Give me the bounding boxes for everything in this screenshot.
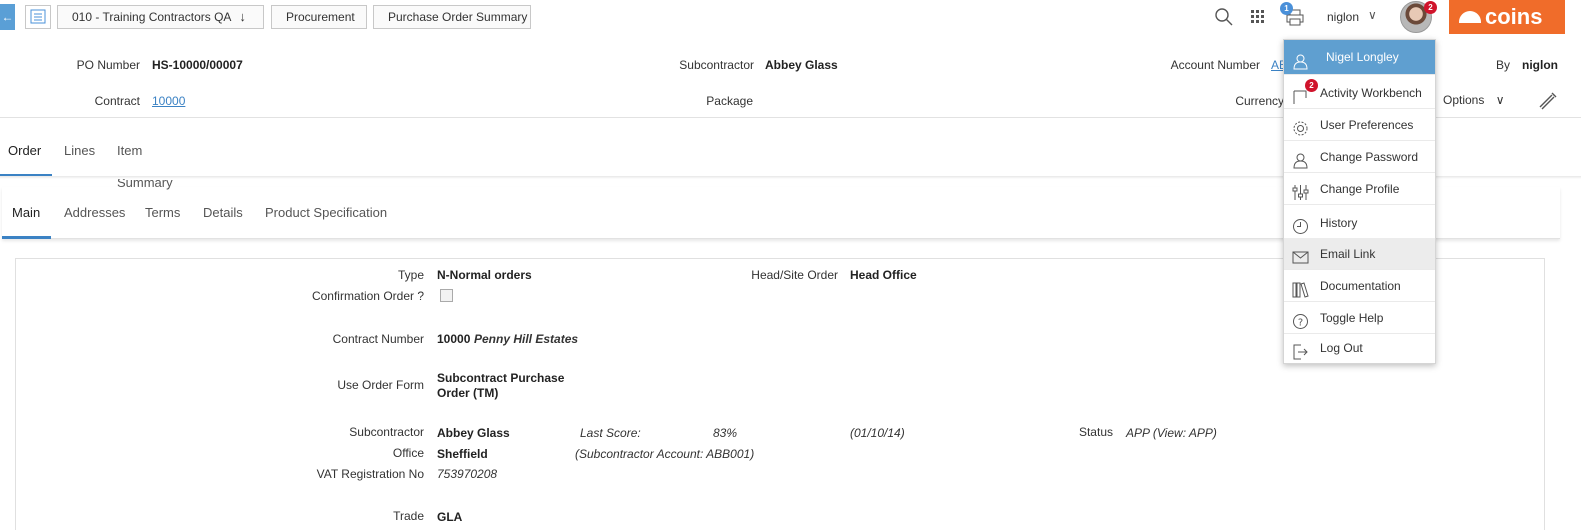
vat-value: 753970208 [437,467,498,481]
list-icon [30,9,46,24]
back-button[interactable]: ← [0,4,15,30]
contract-number-value: 10000 [437,332,471,346]
menu-history[interactable]: History [1284,207,1435,239]
menu-change-password-label: Change Password [1320,150,1419,164]
menu-history-label: History [1320,216,1358,230]
chevron-down-icon[interactable]: ∨ [1368,8,1377,22]
apps-grid-icon[interactable] [1247,6,1269,28]
menu-change-password[interactable]: Change Password [1284,141,1435,173]
avatar-badge: 2 [1424,1,1437,14]
menu-log-out[interactable]: Log Out [1284,332,1435,364]
use-order-form-label: Use Order Form [337,378,424,392]
sliders-icon [1292,181,1309,200]
form-subcontractor-label: Subcontractor [349,425,424,439]
contract-label: Contract [94,94,140,108]
breadcrumb-company-label: 010 - Training Contractors QA [72,10,232,24]
envelope-icon [1292,246,1309,264]
confirmation-order-checkbox[interactable] [440,289,453,302]
contract-name-value: Penny Hill Estates [474,332,579,346]
user-menu-header[interactable]: Nigel Longley [1284,40,1435,75]
tab-item-summary[interactable]: Item Summary [109,135,181,190]
po-number-label: PO Number [76,58,140,72]
menu-email-link[interactable]: Email Link [1284,238,1435,270]
trade-value: GLA [437,510,463,524]
menu-toggle-help[interactable]: ? Toggle Help [1284,302,1435,334]
options-label: Options [1443,93,1485,107]
menu-user-preferences[interactable]: User Preferences [1284,109,1435,141]
printer-badge: 1 [1280,2,1293,15]
help-icon: ? [1292,310,1309,329]
contract-number-label: Contract Number [332,332,424,346]
username[interactable]: niglon [1327,10,1359,24]
menu-documentation[interactable]: Documentation [1284,270,1435,302]
vat-label: VAT Registration No [316,467,424,481]
head-site-label: Head/Site Order [751,268,838,282]
breadcrumb-company[interactable]: 010 - Training Contractors QA ↓ [57,5,264,29]
office-label: Office [392,446,424,460]
use-order-form-line2: Order (TM) [437,386,499,400]
currency-label: Currency [1235,94,1284,108]
status-value: APP (View: APP) [1126,426,1217,440]
subcontractor-label: Subcontractor [679,58,754,72]
form-subcontractor-value: Abbey Glass [437,426,510,440]
user-menu-name: Nigel Longley [1326,50,1399,64]
use-order-form-line1: Subcontract Purchase [437,371,565,385]
arrow-down-icon: ↓ [239,9,246,24]
type-label: Type [397,268,424,282]
menu-user-preferences-label: User Preferences [1320,118,1414,132]
menu-log-out-label: Log Out [1320,341,1363,355]
user-outline-icon [1292,149,1309,169]
office-value: Sheffield [437,447,488,461]
breadcrumb-po-summary-label: Purchase Order Summary [388,10,528,24]
by-label: By [1495,58,1510,72]
user-icon [1292,49,1309,70]
user-menu: Nigel Longley Activity Workbench 2 User … [1283,39,1436,364]
tab-order[interactable]: Order [0,135,52,177]
coins-logo: coins [1449,0,1565,34]
package-label: Package [706,94,753,108]
subcontractor-value: Abbey Glass [765,58,838,72]
clock-icon [1292,215,1309,234]
menu-toggle-help-label: Toggle Help [1320,311,1384,325]
svg-text:?: ? [1298,318,1303,329]
workbench-badge: 2 [1305,79,1318,92]
books-icon [1292,278,1309,298]
cloud-icon [1459,11,1481,23]
po-number-value: HS-10000/00007 [152,58,243,72]
last-score-label: Last Score: [580,426,641,440]
type-value: N-Normal orders [437,268,532,282]
subtab-product-specification[interactable]: Product Specification [257,197,395,239]
by-value: niglon [1522,58,1558,72]
confirmation-order-label: Confirmation Order ? [311,289,424,303]
menu-email-link-label: Email Link [1320,247,1376,261]
menu-list-button[interactable] [25,5,51,29]
tab-lines[interactable]: Lines [56,135,103,177]
head-site-value: Head Office [850,268,917,282]
breadcrumb-procurement-label: Procurement [286,10,355,24]
chevron-down-icon: ∨ [1495,93,1505,107]
status-label: Status [1078,425,1113,439]
menu-change-profile[interactable]: Change Profile [1284,173,1435,205]
gear-icon [1292,117,1309,136]
logout-icon [1292,340,1309,360]
last-score-value: 83% [713,426,738,440]
subtab-addresses[interactable]: Addresses [56,197,133,239]
subcontractor-account-value: (Subcontractor Account: ABB001) [575,447,755,461]
breadcrumb-procurement[interactable]: Procurement [271,5,367,29]
top-bar: ← 010 - Training Contractors QA ↓ Procure… [0,0,1581,38]
options-button[interactable]: Options ∨ [1443,93,1505,107]
subtab-terms[interactable]: Terms [137,197,188,239]
logo-text: coins [1485,4,1543,29]
subtab-main[interactable]: Main [2,197,51,239]
breadcrumb-po-summary[interactable]: Purchase Order Summary [373,5,531,29]
menu-change-profile-label: Change Profile [1320,182,1400,196]
menu-documentation-label: Documentation [1320,279,1401,293]
edit-pencil-icon[interactable] [1536,89,1558,111]
account-number-label: Account Number [1170,58,1260,72]
search-icon[interactable] [1213,6,1235,28]
subtab-details[interactable]: Details [195,197,251,239]
contract-link[interactable]: 10000 [152,94,185,108]
menu-activity-workbench-label: Activity Workbench [1320,86,1422,100]
trade-label: Trade [393,509,424,523]
